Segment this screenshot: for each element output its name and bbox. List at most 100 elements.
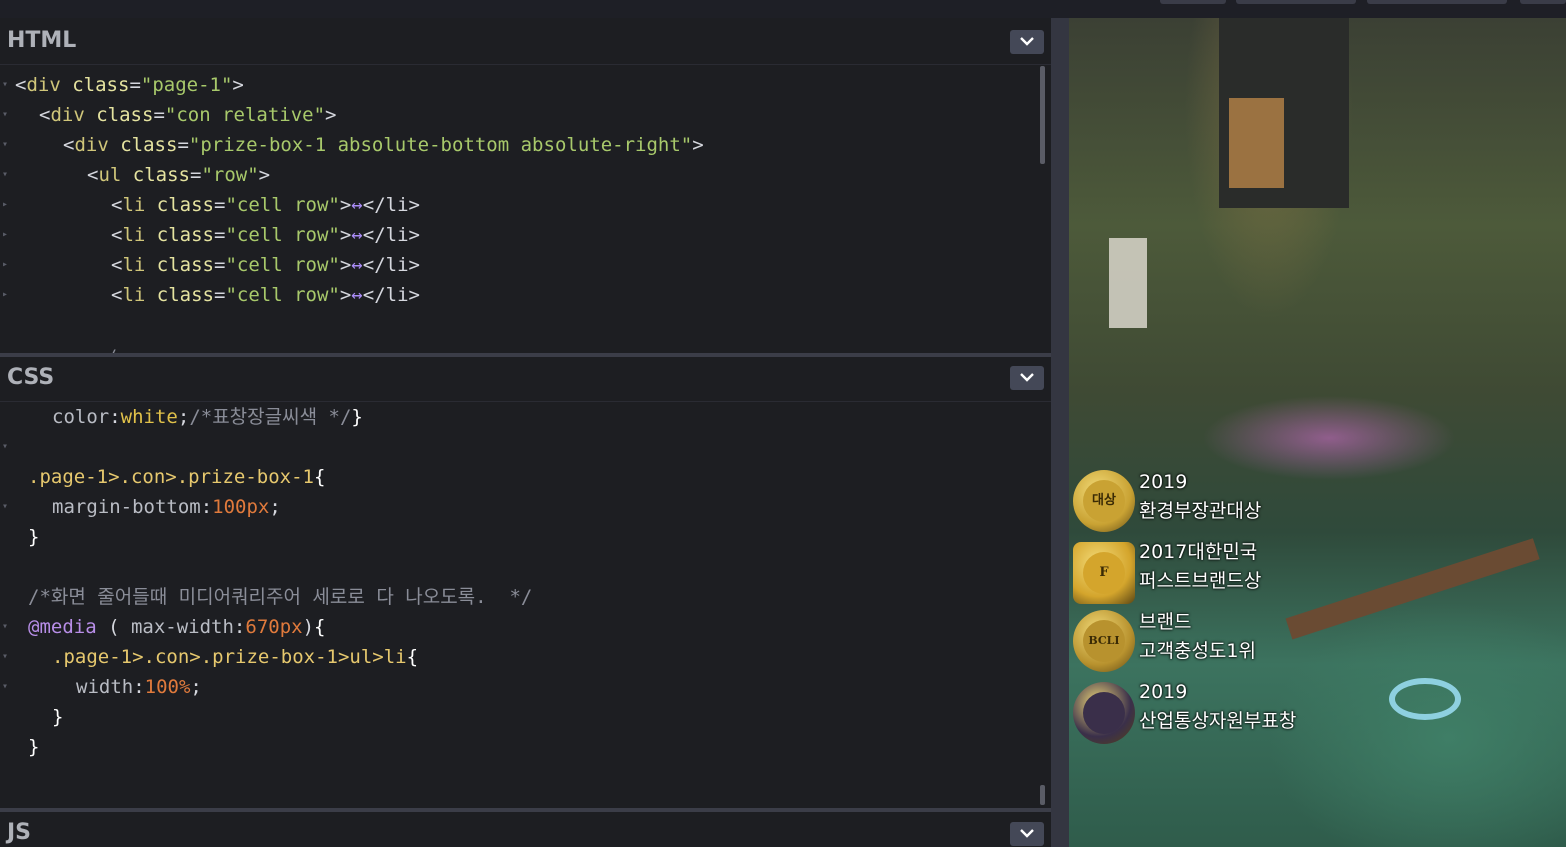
css-comment: /*표창장글씨색 */ xyxy=(189,406,352,428)
html-attribute-value: "cell row" xyxy=(225,254,340,276)
css-panel-collapse-button[interactable] xyxy=(1010,366,1044,390)
top-tab[interactable] xyxy=(1520,0,1566,4)
code-equals: = xyxy=(129,74,141,96)
top-tab[interactable] xyxy=(1236,0,1356,4)
html-attribute-value: "row" xyxy=(201,164,259,186)
medal-face xyxy=(1083,692,1125,734)
html-tag-name: ul xyxy=(98,164,122,186)
code-bracket: < xyxy=(111,284,123,306)
code-bracket: > xyxy=(232,74,244,96)
html-tag-name: div xyxy=(74,134,109,156)
prize-line-2: 퍼스트브랜드상 xyxy=(1139,570,1262,592)
code-bracket: > xyxy=(339,194,352,216)
partial-line: / xyxy=(88,341,136,353)
html-code-area[interactable]: ▾ <div class="page-1"> ▾ <div class="con re… xyxy=(0,65,1051,353)
code-line: width:100%; xyxy=(76,676,202,698)
css-at-rule: @media xyxy=(28,616,97,638)
prize-line-1: 2019 xyxy=(1139,681,1188,703)
html-attribute: class xyxy=(156,254,214,276)
fold-marker-icon: ▾ xyxy=(2,441,9,452)
html-close-tag: </li> xyxy=(362,194,420,216)
code-line: ▾ .page-1>.con>.prize-box-1{ xyxy=(0,462,1040,512)
html-attribute-value: "cell row" xyxy=(225,224,340,246)
html-tag-name: li xyxy=(122,254,146,276)
code-bracket: > xyxy=(258,164,271,186)
js-panel-title: JS xyxy=(7,820,32,845)
fold-marker-icon[interactable]: ▾ xyxy=(2,160,12,190)
code-line: ▸ <li class="cell row">↔</li> xyxy=(0,250,1030,280)
code-bracket: > xyxy=(339,284,352,306)
html-attribute: class xyxy=(156,224,214,246)
code-equals: = xyxy=(214,194,226,216)
collapsed-ellipsis-icon[interactable]: ↔ xyxy=(351,194,362,216)
html-tag-name: div xyxy=(50,104,85,126)
html-panel-collapse-button[interactable] xyxy=(1010,30,1044,54)
html-attribute: class xyxy=(96,104,154,126)
html-panel: HTML ▾ <div class="page-1"> ▾ <div class="c… xyxy=(0,18,1051,353)
html-attribute-value: "prize-box-1 absolute-bottom absolute-ri… xyxy=(188,134,693,156)
css-panel-header: CSS xyxy=(0,357,1051,402)
medal-face: 대상 xyxy=(1083,480,1125,522)
award-emblem-icon xyxy=(1073,682,1135,744)
code-line: ▾ <div class="con relative"> xyxy=(0,100,1030,130)
css-property: width xyxy=(76,676,134,698)
medal-face: F xyxy=(1083,552,1125,594)
code-bracket: < xyxy=(111,224,123,246)
js-panel-collapse-button[interactable] xyxy=(1010,822,1044,846)
collapsed-ellipsis-icon[interactable]: ↔ xyxy=(351,284,362,306)
css-selector: .page-1>.con>.prize-box-1 xyxy=(28,466,314,488)
css-code-area[interactable]: ▾ color:white;/*표창장글씨색 */} ▾ .page-1>.co… xyxy=(0,402,1051,808)
prize-item: F 2017대한민국 퍼스트브랜드상 xyxy=(1069,538,1329,608)
fold-expand-icon[interactable]: ▸ xyxy=(2,190,12,220)
css-value: white xyxy=(120,406,178,428)
html-attribute: class xyxy=(156,284,214,306)
top-strip xyxy=(0,0,1566,18)
html-attribute: class xyxy=(72,74,130,96)
code-bracket: > xyxy=(339,254,352,276)
html-panel-header: HTML xyxy=(0,18,1051,65)
award-badge-icon: F xyxy=(1073,542,1135,604)
code-bracket: < xyxy=(111,194,123,216)
fold-marker-icon[interactable]: ▾ xyxy=(2,70,12,100)
html-attribute: class xyxy=(132,164,190,186)
html-panel-title: HTML xyxy=(7,28,77,53)
fold-expand-icon[interactable]: ▸ xyxy=(2,280,12,310)
css-property: margin-bottom xyxy=(52,496,201,518)
code-equals: = xyxy=(177,134,189,156)
code-equals: = xyxy=(153,104,165,126)
js-panel: JS xyxy=(0,812,1051,847)
chevron-down-icon xyxy=(1020,829,1034,838)
html-scrollbar[interactable] xyxy=(1040,66,1045,164)
css-value: 100px xyxy=(212,496,270,518)
prize-item: 2019 산업통상자원부표창 xyxy=(1069,678,1329,748)
code-line: ▾ <div class="prize-box-1 absolute-bottom… xyxy=(0,130,1030,160)
html-attribute-value: "cell row" xyxy=(225,194,340,216)
html-tag-name: li xyxy=(122,284,146,306)
collapsed-ellipsis-icon[interactable]: ↔ xyxy=(351,224,362,246)
css-scrollbar[interactable] xyxy=(1040,785,1045,805)
fold-marker-icon[interactable]: ▾ xyxy=(2,100,12,130)
js-panel-header: JS xyxy=(0,812,1051,847)
fold-expand-icon[interactable]: ▸ xyxy=(2,250,12,280)
top-tab[interactable] xyxy=(1160,0,1226,4)
prize-line-2: 고객충성도1위 xyxy=(1139,640,1256,662)
fold-marker-icon[interactable]: ▾ xyxy=(2,130,12,160)
preview-resize-handle[interactable] xyxy=(1051,18,1069,847)
css-selector: .page-1>.con>.prize-box-1>ul>li xyxy=(52,646,407,668)
html-attribute: class xyxy=(120,134,178,156)
editor-column: HTML ▾ <div class="page-1"> ▾ <div class="c… xyxy=(0,18,1051,847)
css-value: 670px xyxy=(245,616,303,638)
collapsed-ellipsis-icon[interactable]: ↔ xyxy=(351,254,362,276)
prize-line-1: 브랜드 xyxy=(1139,611,1192,633)
html-attribute-value: "con relative" xyxy=(164,104,326,126)
code-line: ▸ <li class="cell row">↔</li> xyxy=(0,280,1030,310)
prize-line-1: 2017대한민국 xyxy=(1139,541,1258,563)
top-tab[interactable] xyxy=(1367,0,1507,4)
fold-expand-icon[interactable]: ▸ xyxy=(2,220,12,250)
